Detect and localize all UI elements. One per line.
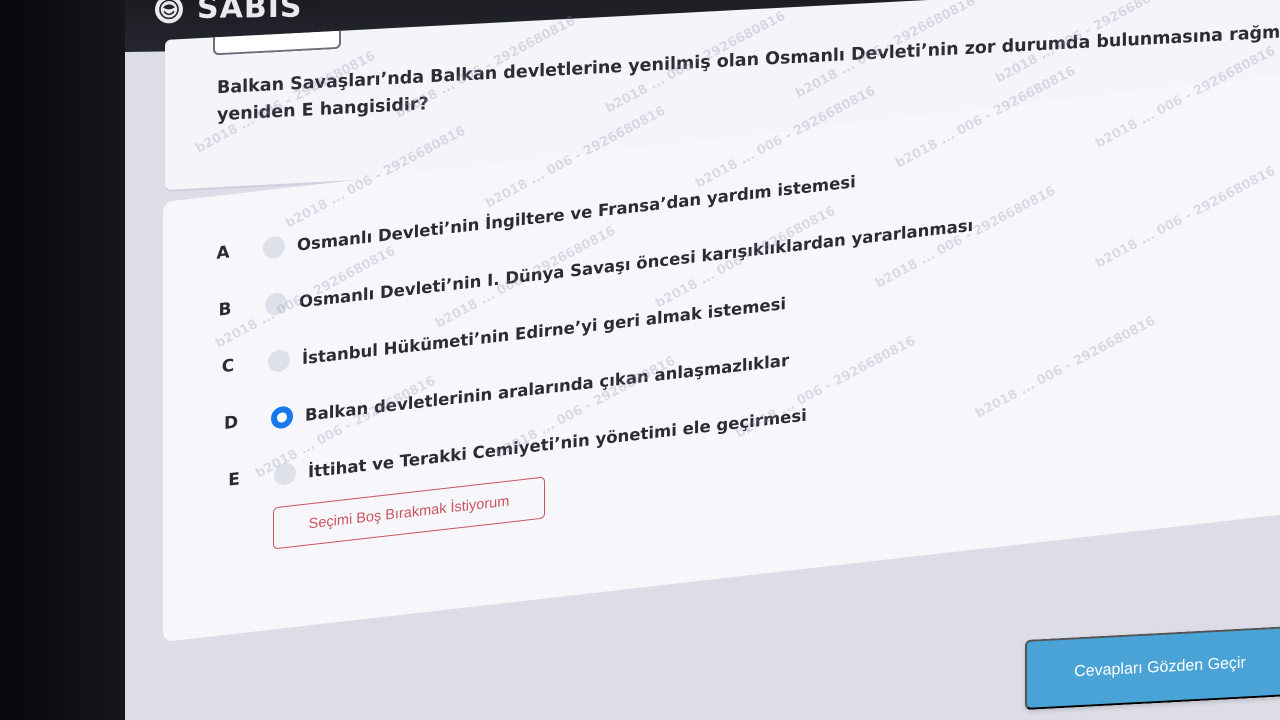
option-radio[interactable] [268, 348, 290, 374]
review-answers-button[interactable]: Cevapları Gözden Geçir [1025, 625, 1280, 710]
option-radio[interactable] [271, 405, 293, 430]
brand[interactable]: SABIS [155, 0, 302, 27]
app-name: SABIS [197, 0, 303, 26]
sabis-logo-icon [155, 0, 183, 24]
option-letter: E [228, 469, 240, 491]
option-letter: A [216, 242, 230, 264]
option-radio[interactable] [265, 291, 287, 317]
option-letter: D [223, 412, 239, 435]
option-letter: C [221, 355, 235, 378]
option-letter: B [218, 299, 232, 321]
app-screen: SABIS Balkan Savaşları’nda Balkan devlet… [125, 0, 1280, 720]
option-radio[interactable] [274, 461, 296, 487]
option-radio[interactable] [263, 235, 285, 260]
